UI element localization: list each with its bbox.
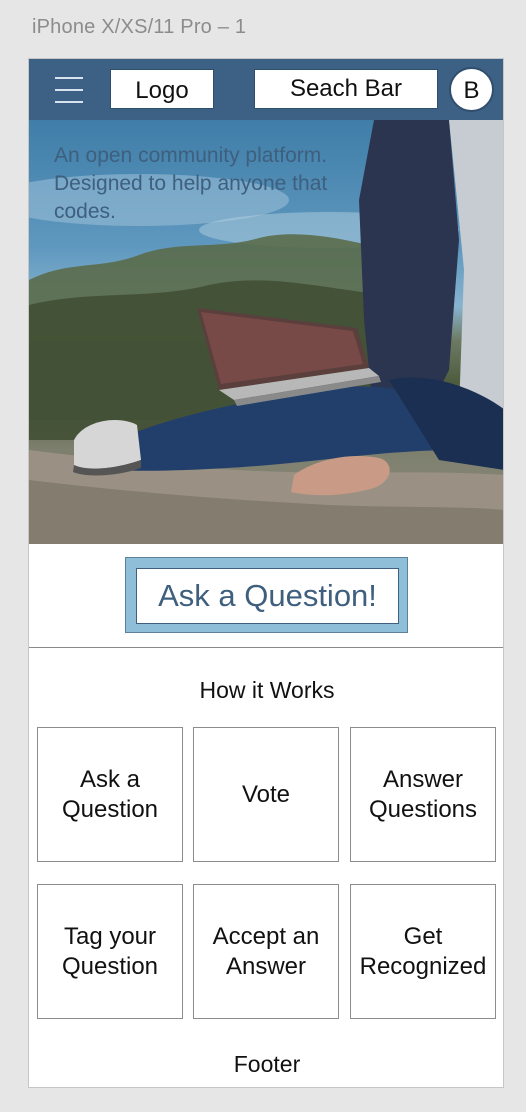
card-answer-questions[interactable]: Answer Questions xyxy=(350,727,496,862)
footer: Footer xyxy=(233,1051,301,1077)
ask-question-button[interactable]: Ask a Question! xyxy=(125,557,408,633)
logo[interactable]: Logo xyxy=(110,69,214,109)
hero-image: An open community platform. Designed to … xyxy=(29,120,503,544)
card-vote[interactable]: Vote xyxy=(193,727,339,862)
cta-section: Ask a Question! xyxy=(29,544,503,648)
phone-frame: Logo Seach Bar B An open community platf… xyxy=(28,58,504,1088)
how-it-works-title: How it Works xyxy=(199,677,335,703)
search-bar[interactable]: Seach Bar xyxy=(254,69,438,109)
card-accept-answer[interactable]: Accept an Answer xyxy=(193,884,339,1019)
hero-tagline: An open community platform. Designed to … xyxy=(54,144,328,223)
ask-question-label: Ask a Question! xyxy=(136,568,399,624)
avatar[interactable]: B xyxy=(449,67,494,112)
top-navbar: Logo Seach Bar B xyxy=(29,59,503,120)
hamburger-menu-icon[interactable] xyxy=(55,77,83,103)
artboard-title: iPhone X/XS/11 Pro – 1 xyxy=(32,16,247,38)
card-tag-question[interactable]: Tag your Question xyxy=(37,884,183,1019)
card-get-recognized[interactable]: Get Recognized xyxy=(350,884,496,1019)
card-ask-question[interactable]: Ask a Question xyxy=(37,727,183,862)
